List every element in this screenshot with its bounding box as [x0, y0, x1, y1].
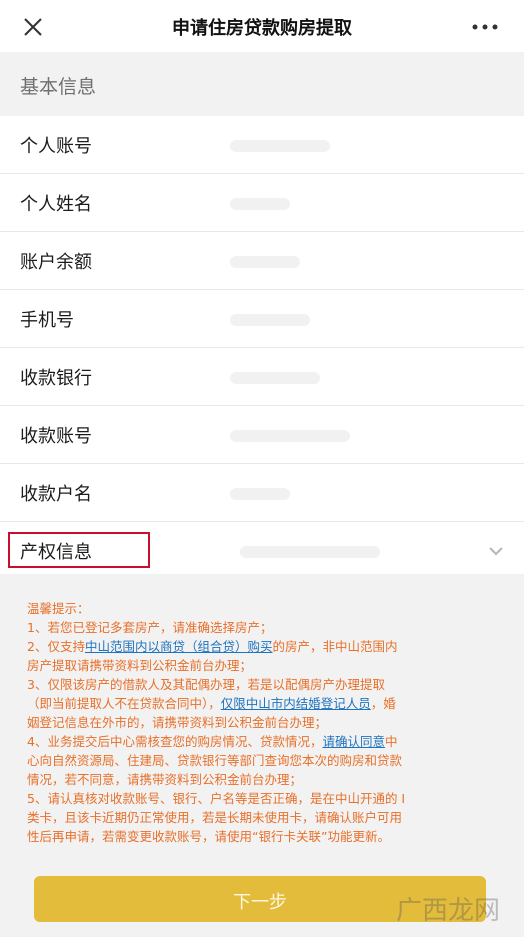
notice-link-scope[interactable]: 中山范围内以商贷（组合贷）购买: [85, 639, 273, 654]
notice-item-3-cont: （即当前提取人不在贷款合同中），仅限中山市内结婚登记人员，婚: [27, 694, 499, 713]
redacted-value: [240, 546, 380, 558]
redacted-value: [230, 372, 320, 384]
info-row-name: 个人姓名: [0, 174, 524, 232]
notice-item-2: 2、仅支持中山范围内以商贷（组合贷）购买的房产，非中山范围内: [27, 637, 499, 656]
notice-item-2-cont: 房产提取请携带资料到公积金前台办理；: [27, 658, 253, 673]
notice-item-5: 5、请认真核对收款账号、银行、户名等是否正确，是在中山开通的 I: [27, 791, 406, 806]
notice-text-segment: 的房产，非中山范围内: [272, 639, 398, 654]
property-info-select[interactable]: 产权信息: [0, 522, 524, 580]
notice-text-segment: （即当前提取人不在贷款合同中），: [27, 696, 221, 711]
row-label: 收款账号: [20, 426, 92, 447]
notice-item-4-cont: 心向自然资源局、住建局、贷款银行等部门查询您本次的购房和贷款: [27, 753, 403, 768]
notice-item-3-cont2: 姻登记信息在外市的，请携带资料到公积金前台办理；: [27, 715, 328, 730]
redacted-value: [230, 488, 290, 500]
property-info-label: 产权信息: [20, 542, 92, 563]
notice-item-1: 1、若您已登记多套房产，请准确选择房产；: [27, 620, 273, 635]
row-label: 手机号: [20, 310, 74, 331]
row-label: 收款户名: [20, 484, 92, 505]
section-header: 基本信息: [0, 52, 524, 116]
info-row-phone: 手机号: [0, 290, 524, 348]
notice-link-consent[interactable]: 请确认同意: [322, 734, 385, 749]
top-nav-bar: 申请住房贷款购房提取: [0, 0, 524, 52]
redacted-value: [230, 140, 330, 152]
notice-item-4: 4、业务提交后中心需核查您的购房情况、贷款情况，请确认同意中: [27, 732, 499, 751]
redacted-value: [230, 430, 350, 442]
notice-text-segment: 2、仅支持: [27, 639, 85, 654]
row-label: 收款银行: [20, 368, 92, 389]
info-row-account-number: 个人账号: [0, 116, 524, 174]
notice-text-segment: 4、业务提交后中心需核查您的购房情况、贷款情况，: [27, 734, 323, 749]
chevron-down-icon[interactable]: [488, 546, 504, 556]
notice-item-3: 3、仅限该房产的借款人及其配偶办理，若是以配偶房产办理提取: [27, 677, 385, 692]
info-list: 个人账号 个人姓名 账户余额 手机号 收款银行 收款账号 收款户名 产权信息: [0, 116, 524, 580]
redacted-value: [230, 256, 300, 268]
notice-item-5-cont2: 性后再申请，若需变更收款账号，请使用“银行卡关联”功能更新。: [27, 829, 390, 844]
row-label: 个人账号: [20, 136, 92, 157]
row-label: 账户余额: [20, 252, 92, 273]
notice-link-marriage[interactable]: 仅限中山市内结婚登记人员: [221, 696, 371, 711]
notice-item-4-cont2: 情况，若不同意，请携带资料到公积金前台办理；: [27, 772, 303, 787]
redacted-value: [230, 198, 290, 210]
notice-text-segment: 中: [384, 734, 398, 749]
info-row-account-holder: 收款户名: [0, 464, 524, 522]
row-label: 个人姓名: [20, 194, 92, 215]
notice-title: 温馨提示：: [27, 601, 90, 616]
section-title: 基本信息: [20, 76, 97, 98]
info-row-bank: 收款银行: [0, 348, 524, 406]
notice-text-segment: ，婚: [370, 696, 396, 711]
notice-text: 温馨提示： 1、若您已登记多套房产，请准确选择房产； 2、仅支持中山范围内以商贷…: [27, 599, 499, 846]
redacted-value: [230, 314, 310, 326]
notice-item-5-cont: 类卡，且该卡近期仍正常使用，若是长期未使用卡，请确认账户可用: [27, 810, 403, 825]
page-title: 申请住房贷款购房提取: [172, 18, 352, 39]
watermark: 广西龙网: [395, 896, 500, 926]
more-dots-icon[interactable]: [470, 16, 500, 38]
info-row-receiving-account: 收款账号: [0, 406, 524, 464]
info-row-balance: 账户余额: [0, 232, 524, 290]
